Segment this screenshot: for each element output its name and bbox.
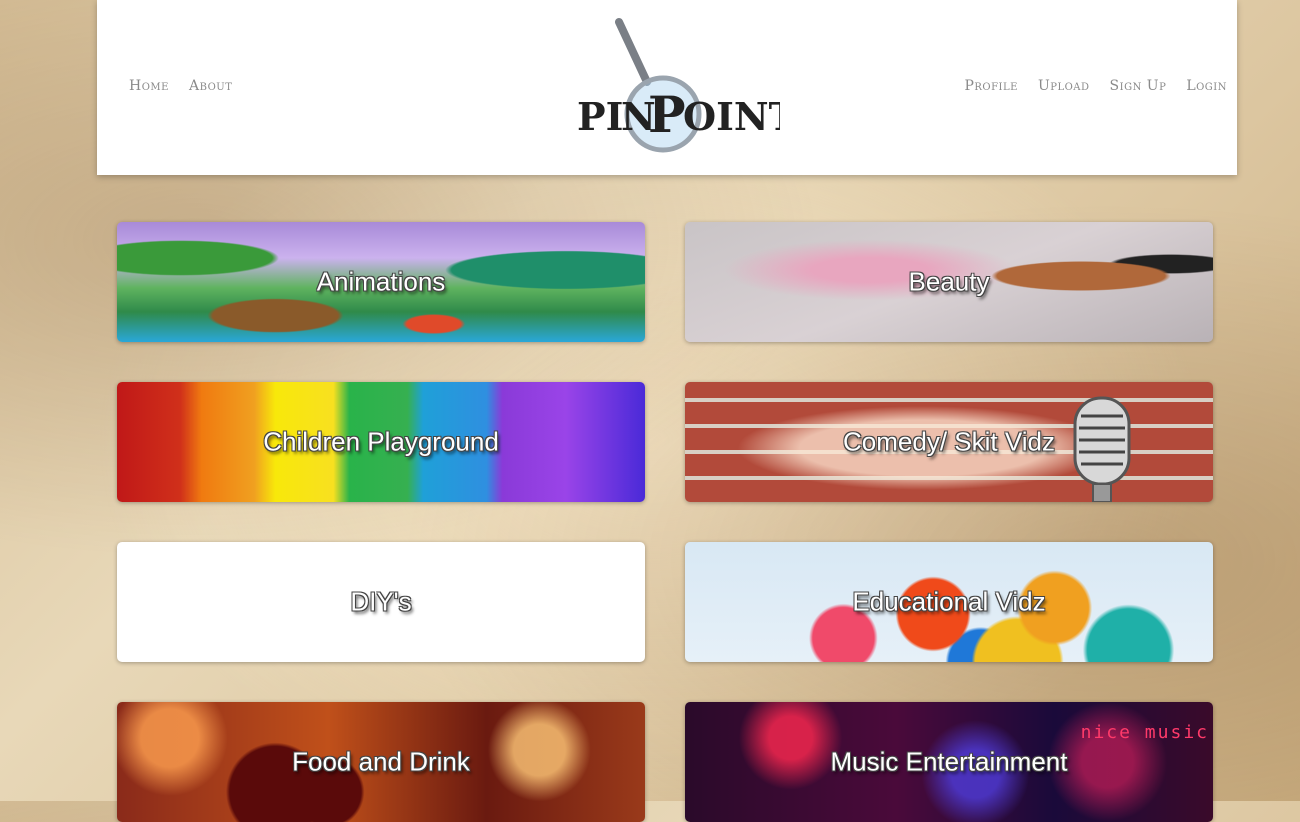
nav-link-login[interactable]: Login xyxy=(1186,78,1227,94)
category-label: Educational Vidz xyxy=(852,586,1046,617)
category-tile-animations[interactable]: Animations xyxy=(117,222,645,342)
logo-text: PI xyxy=(577,94,623,139)
nav-link-signup[interactable]: Sign Up xyxy=(1110,78,1167,94)
category-tile-food-and-drink[interactable]: Food and Drink xyxy=(117,702,645,822)
category-tile-children-playground[interactable]: Children Playground xyxy=(117,382,645,502)
category-label: Animations xyxy=(316,266,446,297)
logo-text-oint: OINT xyxy=(683,94,780,139)
music-tile-decor-text: nice music xyxy=(1080,722,1209,743)
site-header: Home About PI N P OINT Profile Upload Si… xyxy=(97,0,1237,175)
nav-right: Profile Upload Sign Up Login xyxy=(964,78,1227,94)
category-tile-educational[interactable]: Educational Vidz xyxy=(685,542,1213,662)
logo-text-p: P xyxy=(648,85,686,144)
nav-link-upload[interactable]: Upload xyxy=(1038,78,1090,94)
nav-link-about[interactable]: About xyxy=(189,78,232,94)
pinpoint-logo[interactable]: PI N P OINT xyxy=(575,16,780,156)
nav-left: Home About xyxy=(129,78,232,94)
category-label: Comedy/ Skit Vidz xyxy=(843,426,1055,457)
category-label: DIY's xyxy=(350,586,412,617)
nav-link-home[interactable]: Home xyxy=(129,78,169,94)
category-label: Food and Drink xyxy=(292,746,470,777)
category-label: Beauty xyxy=(908,266,990,297)
category-label: Children Playground xyxy=(263,426,499,457)
category-label: Music Entertainment xyxy=(830,746,1068,777)
category-tile-beauty[interactable]: Beauty xyxy=(685,222,1213,342)
magnifier-handle xyxy=(615,18,651,86)
category-tile-diy[interactable]: DIY's xyxy=(117,542,645,662)
category-tile-music-entertainment[interactable]: nice music Music Entertainment xyxy=(685,702,1213,822)
nav-link-profile[interactable]: Profile xyxy=(964,78,1017,94)
category-tile-comedy[interactable]: Comedy/ Skit Vidz xyxy=(685,382,1213,502)
